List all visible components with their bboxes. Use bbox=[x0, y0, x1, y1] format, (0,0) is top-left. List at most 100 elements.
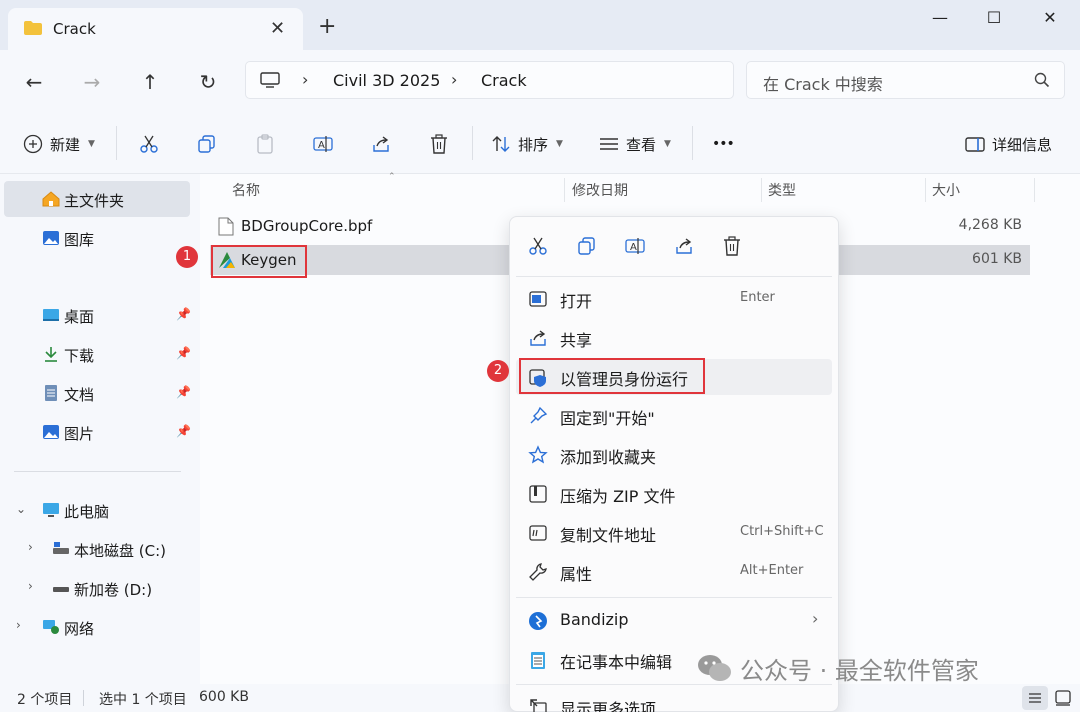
sidebar-item-pictures[interactable]: 图片 📌 bbox=[4, 414, 191, 450]
watermark-text: 公众号 · 最全软件管家 bbox=[740, 656, 979, 685]
menu-item-label: Bandizip bbox=[560, 610, 629, 629]
title-bar: Crack ✕ + — ☐ ✕ bbox=[0, 0, 1080, 50]
menu-divider bbox=[516, 597, 832, 598]
file-size: 4,268 KB bbox=[958, 217, 1022, 233]
share-icon[interactable] bbox=[370, 133, 392, 155]
chevron-down-icon[interactable]: ⌄ bbox=[16, 502, 26, 516]
sidebar-item-label: 主文件夹 bbox=[64, 192, 125, 210]
share-icon[interactable] bbox=[673, 235, 695, 257]
up-arrow-icon[interactable]: ↑ bbox=[136, 68, 164, 96]
menu-item-bandizip[interactable]: Bandizip › bbox=[516, 603, 832, 639]
plus-circle-icon bbox=[23, 134, 43, 154]
column-header-type[interactable]: 类型 bbox=[768, 180, 796, 200]
toolbar-divider bbox=[692, 126, 693, 160]
chevron-right-icon[interactable]: › bbox=[28, 540, 33, 554]
address-bar[interactable]: › Civil 3D 2025 › Crack bbox=[245, 61, 734, 99]
search-placeholder[interactable]: 在 Crack 中搜索 bbox=[763, 71, 883, 95]
rename-icon[interactable]: A bbox=[312, 133, 334, 155]
column-divider[interactable] bbox=[761, 178, 762, 202]
search-box[interactable]: 在 Crack 中搜索 bbox=[746, 61, 1065, 99]
maximize-button[interactable]: ☐ bbox=[974, 8, 1014, 28]
forward-arrow-icon[interactable]: → bbox=[78, 68, 106, 96]
column-header-size[interactable]: 大小 bbox=[932, 180, 960, 200]
sidebar-divider bbox=[14, 471, 181, 472]
menu-divider bbox=[516, 276, 832, 277]
watermark: 公众号 · 最全软件管家 bbox=[696, 650, 979, 686]
sidebar-item-home[interactable]: 主文件夹 bbox=[4, 181, 190, 217]
menu-shortcut: Alt+Enter bbox=[740, 563, 804, 578]
minimize-button[interactable]: — bbox=[920, 8, 960, 28]
copy-icon[interactable] bbox=[196, 133, 218, 155]
pin-icon[interactable]: 📌 bbox=[176, 346, 191, 360]
close-tab-icon[interactable]: ✕ bbox=[270, 18, 285, 39]
notepad-icon bbox=[531, 652, 545, 669]
pin-icon bbox=[530, 406, 548, 424]
menu-item-share[interactable]: 共享 bbox=[516, 320, 832, 356]
more-options-button[interactable]: ••• bbox=[712, 131, 735, 157]
column-header-modified[interactable]: 修改日期 bbox=[572, 180, 628, 200]
details-label: 详细信息 bbox=[992, 135, 1053, 154]
breadcrumb-separator[interactable]: › bbox=[451, 70, 457, 89]
step-badge: 1 bbox=[176, 246, 198, 268]
search-icon[interactable] bbox=[1034, 72, 1050, 88]
breadcrumb-crack[interactable]: Crack bbox=[481, 71, 527, 90]
delete-icon[interactable] bbox=[721, 235, 743, 257]
sidebar-item-label: 本地磁盘 (C:) bbox=[74, 542, 166, 560]
new-button[interactable]: 新建 ▼ bbox=[22, 131, 95, 157]
details-button[interactable]: 详细信息 bbox=[964, 131, 1052, 157]
menu-item-show-more[interactable]: 显示更多选项 bbox=[516, 689, 832, 712]
pin-icon[interactable]: 📌 bbox=[176, 424, 191, 438]
breadcrumb-civil3d[interactable]: Civil 3D 2025 bbox=[333, 71, 440, 90]
breadcrumb-separator[interactable]: › bbox=[302, 70, 308, 89]
sidebar-item-gallery[interactable]: 图库 bbox=[4, 220, 190, 256]
folder-icon bbox=[24, 21, 42, 35]
sidebar-item-this-pc[interactable]: ⌄ 此电脑 bbox=[4, 492, 190, 528]
refresh-icon[interactable]: ↻ bbox=[194, 68, 222, 96]
menu-item-label: 共享 bbox=[560, 331, 593, 350]
cut-icon[interactable] bbox=[138, 133, 160, 155]
new-tab-button[interactable]: + bbox=[318, 16, 336, 38]
copy-icon[interactable] bbox=[576, 235, 598, 257]
menu-item-properties[interactable]: 属性 Alt+Enter bbox=[516, 554, 832, 590]
chevron-right-icon: › bbox=[812, 609, 819, 628]
sidebar-item-desktop[interactable]: 桌面 📌 bbox=[4, 297, 191, 333]
chevron-right-icon[interactable]: › bbox=[16, 618, 21, 632]
selection-count: 选中 1 个项目 bbox=[99, 692, 187, 708]
menu-item-label: 复制文件地址 bbox=[560, 526, 657, 545]
menu-item-open[interactable]: 打开 Enter bbox=[516, 281, 832, 317]
close-window-button[interactable]: ✕ bbox=[1030, 8, 1070, 28]
sidebar-item-network[interactable]: › 网络 bbox=[4, 609, 190, 645]
sidebar-item-drive-c[interactable]: › 本地磁盘 (C:) bbox=[4, 531, 190, 567]
menu-item-add-favorites[interactable]: 添加到收藏夹 bbox=[516, 437, 832, 473]
column-divider[interactable] bbox=[1034, 178, 1035, 202]
sort-button[interactable]: 排序 ▼ bbox=[490, 131, 563, 157]
bandizip-icon bbox=[529, 612, 547, 630]
highlight-box bbox=[519, 358, 705, 394]
delete-icon[interactable] bbox=[428, 133, 450, 155]
sort-icon bbox=[492, 136, 510, 152]
cut-icon[interactable] bbox=[527, 235, 549, 257]
chevron-right-icon[interactable]: › bbox=[28, 579, 33, 593]
sidebar-item-drive-d[interactable]: › 新加卷 (D:) bbox=[4, 570, 190, 606]
rename-icon[interactable]: A bbox=[624, 235, 646, 257]
tab-crack[interactable]: Crack ✕ bbox=[8, 8, 303, 50]
selection-size: 600 KB bbox=[199, 689, 249, 705]
column-divider[interactable] bbox=[564, 178, 565, 202]
pin-icon[interactable]: 📌 bbox=[176, 307, 191, 321]
pin-icon[interactable]: 📌 bbox=[176, 385, 191, 399]
menu-item-compress-zip[interactable]: 压缩为 ZIP 文件 bbox=[516, 476, 832, 512]
paste-icon[interactable] bbox=[254, 133, 276, 155]
column-header-name[interactable]: 名称 bbox=[232, 180, 260, 200]
menu-item-copy-path[interactable]: 复制文件地址 Ctrl+Shift+C bbox=[516, 515, 832, 551]
view-button[interactable]: 查看 ▼ bbox=[598, 131, 671, 157]
sidebar-item-documents[interactable]: 文档 📌 bbox=[4, 375, 191, 411]
sidebar-item-label: 此电脑 bbox=[64, 503, 110, 521]
menu-item-pin-to-start[interactable]: 固定到"开始" bbox=[516, 398, 832, 434]
tiles-view-icon[interactable] bbox=[1050, 686, 1076, 710]
column-divider[interactable] bbox=[925, 178, 926, 202]
back-arrow-icon[interactable]: ← bbox=[20, 68, 48, 96]
sidebar-item-downloads[interactable]: 下载 📌 bbox=[4, 336, 191, 372]
details-view-icon[interactable] bbox=[1022, 686, 1048, 710]
sidebar-item-label: 桌面 bbox=[64, 308, 95, 326]
download-icon bbox=[45, 347, 57, 362]
